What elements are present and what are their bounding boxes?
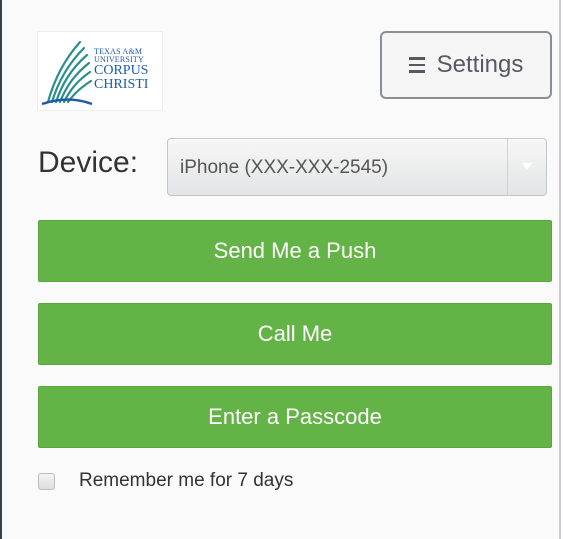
settings-button[interactable]: Settings (380, 31, 552, 99)
chevron-down-icon (522, 163, 532, 170)
device-select-value: iPhone (XXX-XXX-2545) (180, 157, 389, 178)
device-label: Device: (38, 146, 139, 179)
send-push-button[interactable]: Send Me a Push (38, 220, 552, 282)
wing-logo-icon (41, 40, 93, 106)
device-select[interactable]: iPhone (XXX-XXX-2545) (167, 138, 547, 196)
settings-label: Settings (436, 51, 524, 78)
remember-me-checkbox[interactable] (38, 472, 55, 490)
logo-line-4: CHRISTI (94, 77, 149, 92)
remember-me-label: Remember me for 7 days (79, 470, 294, 491)
call-me-button[interactable]: Call Me (38, 303, 552, 365)
logo-line-3: CORPUS (94, 63, 149, 78)
menu-icon (408, 57, 425, 73)
device-select-arrow[interactable] (507, 139, 546, 195)
university-logo: TEXAS A&M UNIVERSITY CORPUS CHRISTI (38, 32, 162, 110)
enter-passcode-button[interactable]: Enter a Passcode (38, 386, 552, 448)
remember-me-row[interactable]: Remember me for 7 days (38, 470, 293, 492)
auth-frame: TEXAS A&M UNIVERSITY CORPUS CHRISTI Sett… (0, 0, 561, 539)
logo-wordmark: TEXAS A&M UNIVERSITY CORPUS CHRISTI (94, 48, 148, 92)
